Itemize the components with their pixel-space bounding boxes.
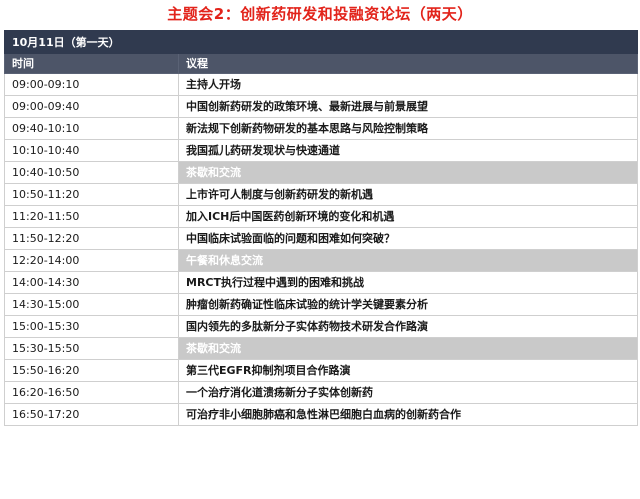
session-time: 14:00-14:30 <box>4 271 179 294</box>
session-topic: 新法规下创新药物研发的基本思路与风险控制策略 <box>178 117 638 140</box>
session-topic: 中国创新药研发的政策环境、最新进展与前景展望 <box>178 95 638 118</box>
table-row: 09:00-09:10 主持人开场 <box>4 73 638 96</box>
session-topic: MRCT执行过程中遇到的困难和挑战 <box>178 271 638 294</box>
session-topic: 一个治疗消化道溃疡新分子实体创新药 <box>178 381 638 404</box>
session-time: 15:50-16:20 <box>4 359 179 382</box>
table-row: 14:30-15:00 肿瘤创新药确证性临床试验的统计学关键要素分析 <box>4 293 638 316</box>
session-time: 09:00-09:40 <box>4 95 179 118</box>
session-topic: 肿瘤创新药确证性临床试验的统计学关键要素分析 <box>178 293 638 316</box>
column-header-time: 时间 <box>4 53 179 74</box>
break-label: 茶歇和交流 <box>178 161 638 184</box>
table-row: 16:20-16:50 一个治疗消化道溃疡新分子实体创新药 <box>4 381 638 404</box>
session-topic: 上市许可人制度与创新药研发的新机遇 <box>178 183 638 206</box>
table-row: 09:00-09:40 中国创新药研发的政策环境、最新进展与前景展望 <box>4 95 638 118</box>
agenda-table: 10月11日（第一天） 时间 议程 09:00-09:10 主持人开场 09:00-… <box>4 30 638 426</box>
session-time: 14:30-15:00 <box>4 293 179 316</box>
day-label: 10月11日（第一天） <box>4 30 638 54</box>
session-topic: 主持人开场 <box>178 73 638 96</box>
table-row: 15:50-16:20 第三代EGFR抑制剂项目合作路演 <box>4 359 638 382</box>
session-topic: 可治疗非小细胞肺癌和急性淋巴细胞白血病的创新药合作 <box>178 403 638 426</box>
session-time: 16:50-17:20 <box>4 403 179 426</box>
table-row: 10:10-10:40 我国孤儿药研发现状与快速通道 <box>4 139 638 162</box>
table-row: 10:50-11:20 上市许可人制度与创新药研发的新机遇 <box>4 183 638 206</box>
break-label: 午餐和休息交流 <box>178 249 638 272</box>
session-time: 12:20-14:00 <box>4 249 179 272</box>
break-row: 12:20-14:00 午餐和休息交流 <box>4 249 638 272</box>
session-time: 11:20-11:50 <box>4 205 179 228</box>
agenda-page: 主题会2：创新药研发和投融资论坛（两天） 10月11日（第一天） 时间 议程 0… <box>0 0 640 499</box>
table-row: 09:40-10:10 新法规下创新药物研发的基本思路与风险控制策略 <box>4 117 638 140</box>
session-time: 11:50-12:20 <box>4 227 179 250</box>
table-row: 11:20-11:50 加入ICH后中国医药创新环境的变化和机遇 <box>4 205 638 228</box>
session-time: 10:10-10:40 <box>4 139 179 162</box>
session-topic: 中国临床试验面临的问题和困难如何突破？ <box>178 227 638 250</box>
break-row: 15:30-15:50 茶歇和交流 <box>4 337 638 360</box>
session-time: 16:20-16:50 <box>4 381 179 404</box>
session-time: 09:00-09:10 <box>4 73 179 96</box>
session-time: 09:40-10:10 <box>4 117 179 140</box>
column-header-row: 时间 议程 <box>4 53 638 74</box>
session-time: 10:40-10:50 <box>4 161 179 184</box>
table-row: 14:00-14:30 MRCT执行过程中遇到的困难和挑战 <box>4 271 638 294</box>
table-row: 11:50-12:20 中国临床试验面临的问题和困难如何突破？ <box>4 227 638 250</box>
break-label: 茶歇和交流 <box>178 337 638 360</box>
session-time: 15:30-15:50 <box>4 337 179 360</box>
session-time: 15:00-15:30 <box>4 315 179 338</box>
session-topic: 国内领先的多肽新分子实体药物技术研发合作路演 <box>178 315 638 338</box>
table-row: 15:00-15:30 国内领先的多肽新分子实体药物技术研发合作路演 <box>4 315 638 338</box>
break-row: 10:40-10:50 茶歇和交流 <box>4 161 638 184</box>
page-title: 主题会2：创新药研发和投融资论坛（两天） <box>167 5 473 23</box>
column-header-topic: 议程 <box>178 53 638 74</box>
session-topic: 第三代EGFR抑制剂项目合作路演 <box>178 359 638 382</box>
session-topic: 我国孤儿药研发现状与快速通道 <box>178 139 638 162</box>
session-topic: 加入ICH后中国医药创新环境的变化和机遇 <box>178 205 638 228</box>
session-time: 10:50-11:20 <box>4 183 179 206</box>
day-header-row: 10月11日（第一天） <box>4 30 638 54</box>
table-row: 16:50-17:20 可治疗非小细胞肺癌和急性淋巴细胞白血病的创新药合作 <box>4 403 638 426</box>
